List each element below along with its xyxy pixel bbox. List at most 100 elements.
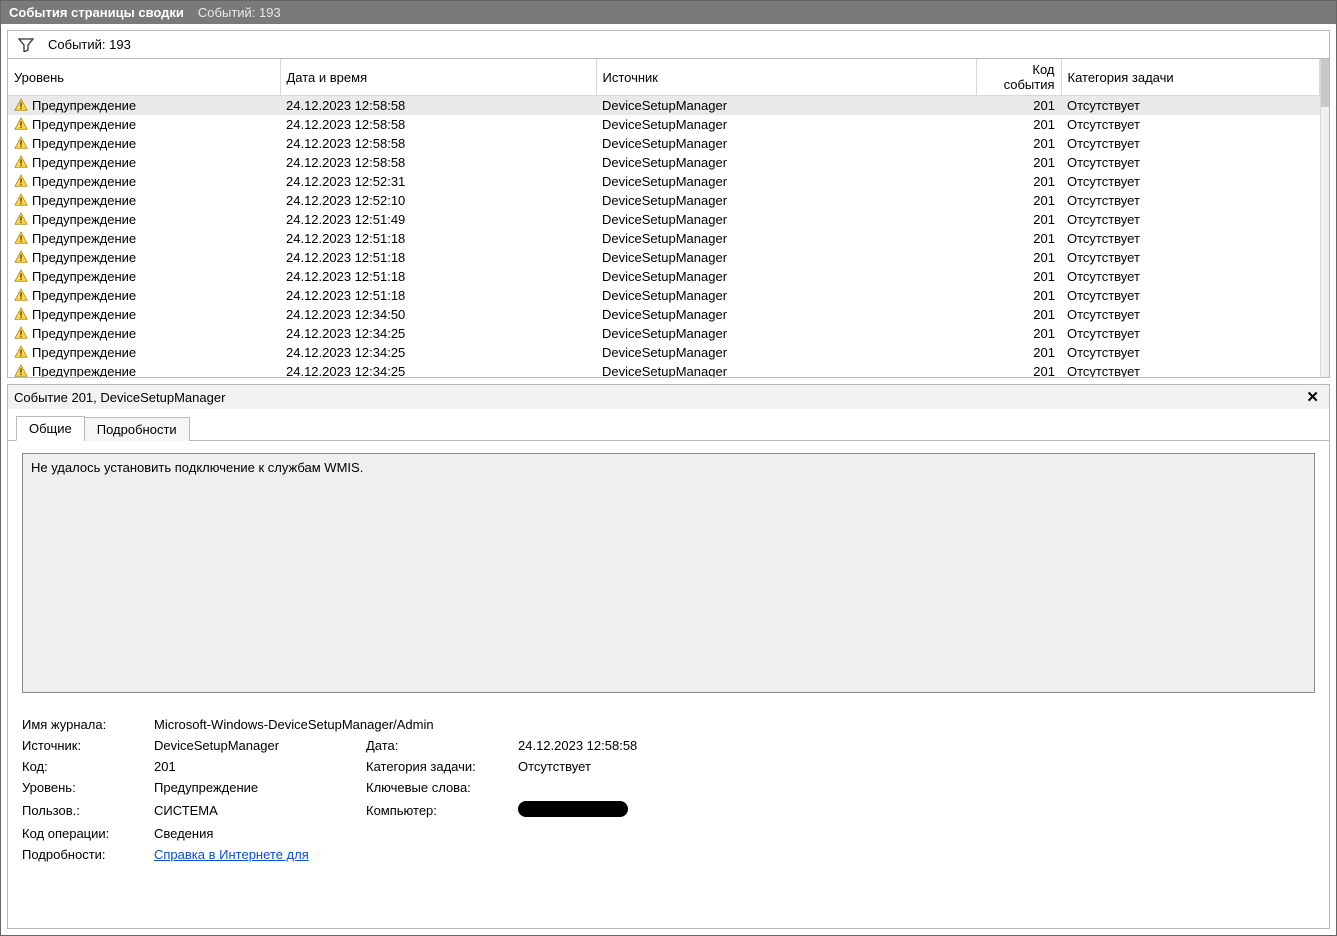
cell-source: DeviceSetupManager xyxy=(596,362,976,378)
value-task-category: Отсутствует xyxy=(518,759,1315,774)
cell-datetime: 24.12.2023 12:52:10 xyxy=(280,191,596,210)
filter-bar: Событий: 193 xyxy=(8,31,1329,59)
table-row[interactable]: Предупреждение24.12.2023 12:51:18DeviceS… xyxy=(8,229,1320,248)
table-row[interactable]: Предупреждение24.12.2023 12:58:58DeviceS… xyxy=(8,96,1320,115)
events-panel: Событий: 193 Уровень xyxy=(7,30,1330,378)
cell-level: Предупреждение xyxy=(32,155,136,170)
cell-task-category: Отсутствует xyxy=(1061,324,1320,343)
col-event-id[interactable]: Код события xyxy=(976,59,1061,96)
cell-level: Предупреждение xyxy=(32,231,136,246)
col-task-category[interactable]: Категория задачи xyxy=(1061,59,1320,96)
titlebar: События страницы сводки Событий: 193 xyxy=(1,1,1336,24)
table-row[interactable]: Предупреждение 24.12.2023 12:58:58DeviceS… xyxy=(8,153,1320,172)
cell-task-category: Отсутствует xyxy=(1061,229,1320,248)
cell-level: Предупреждение xyxy=(32,193,136,208)
cell-datetime: 24.12.2023 12:51:18 xyxy=(280,286,596,305)
table-row[interactable]: Предупреждение24.12.2023 12:51:18DeviceS… xyxy=(8,267,1320,286)
value-level: Предупреждение xyxy=(154,780,354,795)
value-log-name: Microsoft-Windows-DeviceSetupManager/Adm… xyxy=(154,717,1315,732)
label-task-category: Категория задачи: xyxy=(366,759,506,774)
cell-level: Предупреждение xyxy=(32,212,136,227)
cell-datetime: 24.12.2023 12:51:49 xyxy=(280,210,596,229)
col-source[interactable]: Источник xyxy=(596,59,976,96)
cell-source: DeviceSetupManager xyxy=(596,153,976,172)
value-date: 24.12.2023 12:58:58 xyxy=(518,738,1315,753)
table-row[interactable]: Предупреждение24.12.2023 12:34:50DeviceS… xyxy=(8,305,1320,324)
label-keywords: Ключевые слова: xyxy=(366,780,506,795)
cell-level: Предупреждение xyxy=(32,250,136,265)
scrollbar-thumb[interactable] xyxy=(1321,59,1329,107)
cell-event-id: 201 xyxy=(976,191,1061,210)
label-level: Уровень: xyxy=(22,780,142,795)
label-log-name: Имя журнала: xyxy=(22,717,142,732)
redacted-icon xyxy=(518,801,628,817)
cell-task-category: Отсутствует xyxy=(1061,96,1320,115)
cell-event-id: 201 xyxy=(976,324,1061,343)
value-computer xyxy=(518,801,1315,820)
tab-details[interactable]: Подробности xyxy=(84,417,190,441)
cell-source: DeviceSetupManager xyxy=(596,210,976,229)
cell-task-category: Отсутствует xyxy=(1061,248,1320,267)
value-code: 201 xyxy=(154,759,354,774)
cell-event-id: 201 xyxy=(976,267,1061,286)
table-row[interactable]: Предупреждение24.12.2023 12:34:25DeviceS… xyxy=(8,343,1320,362)
cell-level: Предупреждение xyxy=(32,174,136,189)
warning-icon xyxy=(14,269,28,283)
cell-source: DeviceSetupManager xyxy=(596,305,976,324)
tab-general[interactable]: Общие xyxy=(16,416,85,441)
content-area: Событий: 193 Уровень xyxy=(1,24,1336,935)
warning-icon xyxy=(14,250,28,264)
table-row[interactable]: Предупреждение24.12.2023 12:51:18DeviceS… xyxy=(8,286,1320,305)
events-grid[interactable]: Уровень Дата и время Источник Код событи… xyxy=(8,59,1320,377)
cell-datetime: 24.12.2023 12:58:58 xyxy=(280,115,596,134)
cell-datetime: 24.12.2023 12:34:25 xyxy=(280,362,596,378)
cell-datetime: 24.12.2023 12:51:18 xyxy=(280,248,596,267)
event-viewer-window: События страницы сводки Событий: 193 Соб… xyxy=(0,0,1337,936)
warning-icon xyxy=(14,288,28,302)
cell-task-category: Отсутствует xyxy=(1061,343,1320,362)
cell-datetime: 24.12.2023 12:58:58 xyxy=(280,134,596,153)
warning-icon xyxy=(14,155,28,169)
table-row[interactable]: Предупреждение24.12.2023 12:52:31DeviceS… xyxy=(8,172,1320,191)
events-scrollbar[interactable] xyxy=(1320,59,1329,377)
table-row[interactable]: Предупреждение24.12.2023 12:34:25DeviceS… xyxy=(8,324,1320,343)
cell-source: DeviceSetupManager xyxy=(596,134,976,153)
cell-datetime: 24.12.2023 12:34:50 xyxy=(280,305,596,324)
table-row[interactable]: Предупреждение 24.12.2023 12:52:10DeviceS… xyxy=(8,191,1320,210)
help-link[interactable]: Справка в Интернете для xyxy=(154,847,309,862)
cell-level: Предупреждение xyxy=(32,364,136,378)
col-datetime[interactable]: Дата и время xyxy=(280,59,596,96)
cell-event-id: 201 xyxy=(976,115,1061,134)
label-code: Код: xyxy=(22,759,142,774)
filter-icon[interactable] xyxy=(18,38,34,52)
detail-panel: Событие 201, DeviceSetupManager ✕ Общие … xyxy=(7,384,1330,929)
table-row[interactable]: Предупреждение 24.12.2023 12:34:25DeviceS… xyxy=(8,362,1320,378)
detail-header: Событие 201, DeviceSetupManager ✕ xyxy=(8,385,1329,409)
close-icon[interactable]: ✕ xyxy=(1302,388,1323,406)
warning-icon xyxy=(14,117,28,131)
cell-task-category: Отсутствует xyxy=(1061,115,1320,134)
cell-source: DeviceSetupManager xyxy=(596,115,976,134)
table-row[interactable]: Предупреждение24.12.2023 12:58:58DeviceS… xyxy=(8,115,1320,134)
tab-general-body: Не удалось установить подключение к служ… xyxy=(8,441,1329,928)
detail-tabs: Общие Подробности xyxy=(8,409,1329,441)
cell-task-category: Отсутствует xyxy=(1061,362,1320,378)
cell-datetime: 24.12.2023 12:34:25 xyxy=(280,324,596,343)
cell-task-category: Отсутствует xyxy=(1061,305,1320,324)
cell-level: Предупреждение xyxy=(32,136,136,151)
event-message[interactable]: Не удалось установить подключение к служ… xyxy=(22,453,1315,693)
warning-icon xyxy=(14,98,28,112)
table-row[interactable]: Предупреждение 24.12.2023 12:58:58DeviceS… xyxy=(8,134,1320,153)
value-source: DeviceSetupManager xyxy=(154,738,354,753)
cell-source: DeviceSetupManager xyxy=(596,324,976,343)
cell-source: DeviceSetupManager xyxy=(596,191,976,210)
cell-datetime: 24.12.2023 12:58:58 xyxy=(280,153,596,172)
cell-level: Предупреждение xyxy=(32,269,136,284)
cell-event-id: 201 xyxy=(976,134,1061,153)
col-level[interactable]: Уровень xyxy=(8,59,280,96)
table-row[interactable]: Предупреждение 24.12.2023 12:51:49DeviceS… xyxy=(8,210,1320,229)
table-row[interactable]: Предупреждение24.12.2023 12:51:18DeviceS… xyxy=(8,248,1320,267)
cell-level: Предупреждение xyxy=(32,98,136,113)
cell-task-category: Отсутствует xyxy=(1061,267,1320,286)
cell-source: DeviceSetupManager xyxy=(596,172,976,191)
